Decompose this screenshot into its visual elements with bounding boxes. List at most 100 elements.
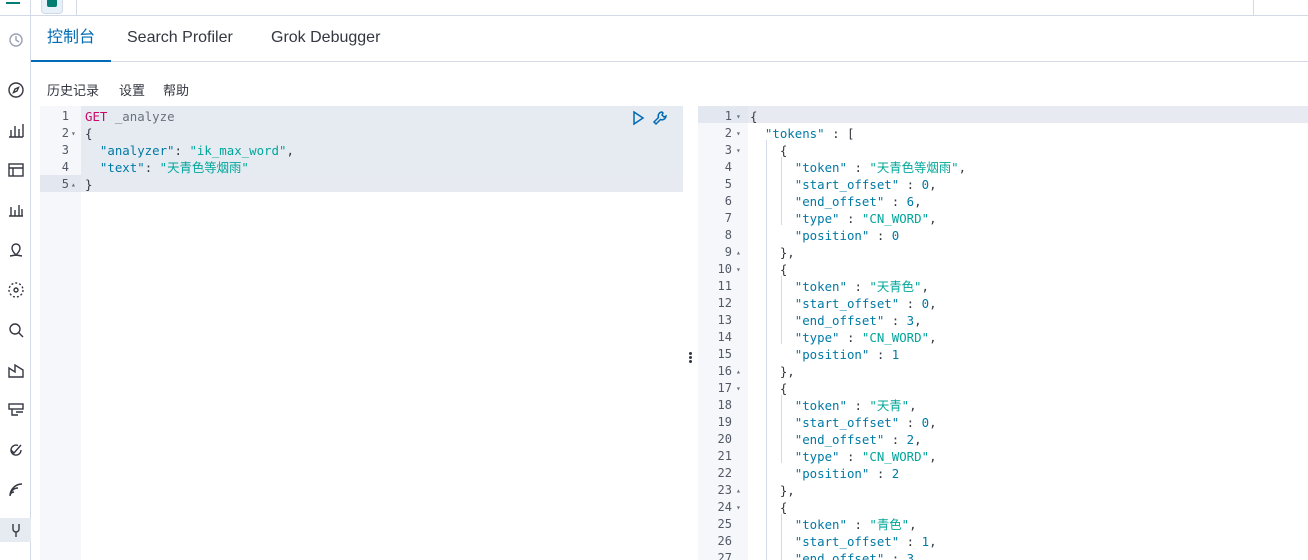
line-number: 22 <box>717 466 732 480</box>
code-line: "token" : "天青色", <box>750 279 929 294</box>
console-toolbar: 历史记录 设置 帮助 <box>31 62 1308 106</box>
help-link[interactable]: 帮助 <box>163 80 189 99</box>
fold-close-icon[interactable]: ▴ <box>736 363 741 380</box>
line-number: 19 <box>717 415 732 429</box>
clock-icon[interactable] <box>0 28 31 52</box>
pane-resizer[interactable] <box>683 106 698 560</box>
line-number: 6 <box>724 194 732 208</box>
code-line: }, <box>750 483 795 498</box>
code-line: { <box>750 109 758 124</box>
fold-open-icon[interactable]: ▾ <box>736 499 741 516</box>
code-line: "start_offset" : 1, <box>750 534 937 549</box>
uptime-icon[interactable] <box>0 398 31 422</box>
code-line: "end_offset" : 3, <box>750 313 922 328</box>
fold-close-icon[interactable]: ▴ <box>736 244 741 261</box>
console-app-icon[interactable] <box>41 0 63 14</box>
code-line: } <box>85 177 93 192</box>
graph-icon[interactable] <box>0 198 31 222</box>
code-line: { <box>750 262 788 277</box>
users-icon[interactable] <box>0 318 31 342</box>
code-line: "token" : "天青色等烟雨", <box>750 160 967 175</box>
maps-icon[interactable] <box>0 238 31 262</box>
code-line: "text": "天青色等烟雨" <box>85 160 249 175</box>
code-line: "tokens" : [ <box>750 126 855 141</box>
menu-icon <box>6 2 20 4</box>
line-number: 5 <box>61 177 69 191</box>
line-number: 24 <box>717 500 732 514</box>
dashboard-icon[interactable] <box>0 118 31 142</box>
code-line: "end_offset" : 2, <box>750 432 922 447</box>
fold-close-icon[interactable]: ▴ <box>71 176 76 193</box>
code-line: "type" : "CN_WORD", <box>750 211 937 226</box>
fold-open-icon[interactable]: ▾ <box>736 261 741 278</box>
code-line: { <box>750 381 788 396</box>
code-line: "token" : "青色", <box>750 517 917 532</box>
line-number: 1 <box>61 109 69 123</box>
request-editor[interactable]: 1 GET _analyze 2 ▾ {3 "analyzer": "ik_max_wo… <box>40 106 683 560</box>
line-number: 17 <box>717 381 732 395</box>
line-number: 10 <box>717 262 732 276</box>
line-number: 20 <box>717 432 732 446</box>
code-line: "end_offset" : 3 <box>750 551 915 560</box>
apm-icon[interactable] <box>0 358 31 382</box>
compass-icon[interactable] <box>0 78 31 102</box>
devtools-icon[interactable] <box>0 518 31 542</box>
line-number: 3 <box>724 143 732 157</box>
code-line: "position" : 2 <box>750 466 900 481</box>
fold-open-icon[interactable]: ▾ <box>736 125 741 142</box>
tab-console[interactable]: 控制台 <box>31 16 111 62</box>
line-number: 26 <box>717 534 732 548</box>
code-line: "token" : "天青", <box>750 398 917 413</box>
code-line: "position" : 1 <box>750 347 900 362</box>
monitoring-icon[interactable] <box>0 478 31 502</box>
fold-open-icon[interactable]: ▾ <box>736 108 741 125</box>
history-link[interactable]: 历史记录 <box>47 80 99 99</box>
ml-icon[interactable] <box>0 278 31 302</box>
fold-close-icon[interactable]: ▴ <box>736 482 741 499</box>
code-line: "analyzer": "ik_max_word", <box>85 143 294 158</box>
line-number: 14 <box>717 330 732 344</box>
header-divider <box>76 0 77 16</box>
fold-open-icon[interactable]: ▾ <box>736 380 741 397</box>
settings-link[interactable]: 设置 <box>119 80 145 99</box>
code-line: "end_offset" : 6, <box>750 194 922 209</box>
canvas-icon[interactable] <box>0 158 31 182</box>
fold-open-icon[interactable]: ▾ <box>71 125 76 142</box>
code-line: "start_offset" : 0, <box>750 177 937 192</box>
line-number: 1 <box>724 109 732 123</box>
code-line: { <box>750 143 788 158</box>
top-header <box>31 0 1308 16</box>
line-number: 4 <box>724 160 732 174</box>
line-number: 18 <box>717 398 732 412</box>
play-icon[interactable] <box>630 110 646 126</box>
tab-search-profiler[interactable]: Search Profiler <box>127 16 233 62</box>
devtools-tabs: 控制台 Search Profiler Grok Debugger <box>31 16 1308 62</box>
line-number: 3 <box>61 143 69 157</box>
code-line: "type" : "CN_WORD", <box>750 330 937 345</box>
line-number: 2 <box>724 126 732 140</box>
line-number: 2 <box>61 126 69 140</box>
response-viewer[interactable]: 1 ▾ {2 ▾ "tokens" : [ 3 ▾ {4 "token" : "天青色等烟… <box>698 106 1308 560</box>
header-divider <box>1253 0 1254 16</box>
line-number: 13 <box>717 313 732 327</box>
code-line: { <box>85 126 93 141</box>
siem-icon[interactable] <box>0 438 31 462</box>
line-number: 4 <box>61 160 69 174</box>
line-number: 8 <box>724 228 732 242</box>
wrench-icon[interactable] <box>652 110 668 126</box>
code-line: }, <box>750 364 795 379</box>
code-line: "start_offset" : 0, <box>750 296 937 311</box>
line-number: 12 <box>717 296 732 310</box>
line-number: 16 <box>717 364 732 378</box>
code-line: }, <box>750 245 795 260</box>
code-line: GET _analyze <box>85 109 175 124</box>
line-number: 27 <box>717 551 732 560</box>
side-nav-rail <box>0 0 31 560</box>
rail-menu-toggle[interactable] <box>0 0 31 16</box>
line-number: 21 <box>717 449 732 463</box>
tab-grok-debugger[interactable]: Grok Debugger <box>271 16 380 62</box>
line-number: 7 <box>724 211 732 225</box>
line-number: 15 <box>717 347 732 361</box>
fold-open-icon[interactable]: ▾ <box>736 142 741 159</box>
code-line: { <box>750 500 788 515</box>
